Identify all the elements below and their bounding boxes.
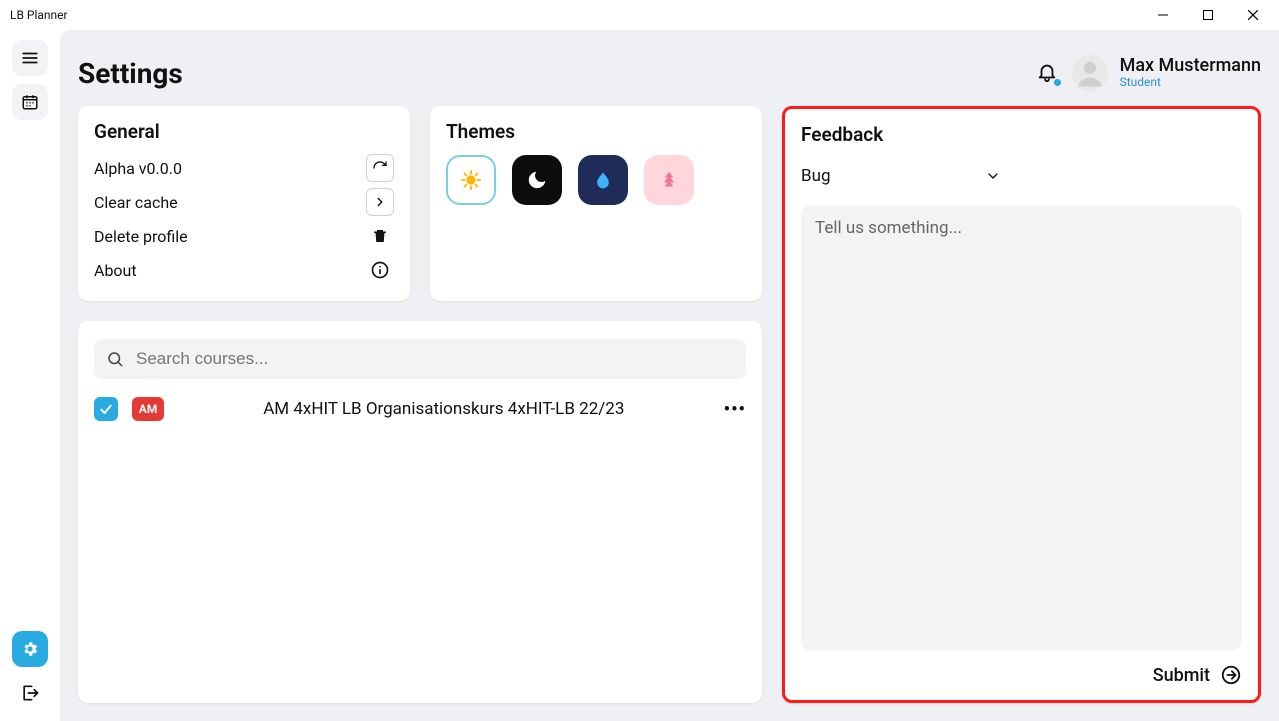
window-maximize-button[interactable] [1185, 0, 1230, 30]
clear-cache-label: Clear cache [94, 193, 178, 212]
nav-menu-button[interactable] [12, 40, 48, 76]
feedback-card: Feedback Bug Tell us something... Submit [782, 106, 1261, 703]
search-icon [106, 350, 124, 368]
droplet-icon [593, 169, 613, 191]
moon-icon [526, 169, 548, 191]
info-icon [370, 260, 390, 280]
page-title: Settings [78, 57, 183, 90]
window-title: LB Planner [10, 8, 68, 22]
delete-profile-row[interactable]: Delete profile [94, 219, 394, 253]
course-name: AM 4xHIT LB Organisationskurs 4xHIT-LB 2… [178, 399, 710, 419]
feedback-type-select[interactable]: Bug [801, 160, 1001, 192]
submit-label: Submit [1153, 665, 1210, 686]
feedback-type-value: Bug [801, 166, 831, 186]
course-row[interactable]: AM AM 4xHIT LB Organisationskurs 4xHIT-L… [94, 389, 746, 429]
clear-cache-action[interactable] [366, 188, 394, 216]
chevron-down-icon [985, 168, 1001, 184]
nav-settings-button[interactable] [12, 631, 48, 667]
tree-icon [659, 169, 679, 191]
general-card: General Alpha v0.0.0 Clear cache [78, 106, 410, 301]
about-action[interactable] [366, 256, 394, 284]
course-search[interactable] [94, 339, 746, 379]
user-name: Max Mustermann [1120, 56, 1261, 77]
theme-dark[interactable] [512, 155, 562, 205]
theme-light[interactable] [446, 155, 496, 205]
course-search-input[interactable] [134, 348, 734, 370]
course-checkbox[interactable] [94, 397, 118, 421]
about-label: About [94, 261, 137, 280]
user-block[interactable]: Max Mustermann Student [1036, 55, 1261, 91]
nav-logout-button[interactable] [12, 675, 48, 711]
theme-ocean[interactable] [578, 155, 628, 205]
theme-sakura[interactable] [644, 155, 694, 205]
course-tag: AM [132, 397, 164, 421]
feedback-submit-button[interactable]: Submit [801, 664, 1242, 686]
window-close-button[interactable] [1230, 0, 1275, 30]
trash-icon [371, 227, 389, 245]
window-minimize-button[interactable] [1140, 0, 1185, 30]
logout-icon [20, 683, 40, 703]
feedback-placeholder: Tell us something... [815, 218, 962, 238]
check-update-button[interactable] [366, 154, 394, 182]
about-row[interactable]: About [94, 253, 394, 287]
delete-profile-action[interactable] [366, 222, 394, 250]
feedback-title: Feedback [801, 123, 1242, 146]
avatar-placeholder-icon [1072, 55, 1108, 91]
user-role: Student [1120, 76, 1261, 90]
arrow-right-circle-icon [1220, 664, 1242, 686]
refresh-icon [372, 160, 388, 176]
gear-icon [21, 640, 39, 658]
feedback-textarea[interactable]: Tell us something... [801, 206, 1242, 650]
notification-indicator [1053, 78, 1062, 87]
general-title: General [94, 120, 394, 143]
nav-calendar-button[interactable] [12, 84, 48, 120]
sidebar [0, 30, 60, 721]
themes-title: Themes [446, 120, 746, 143]
calendar-icon [21, 93, 39, 111]
version-label: Alpha v0.0.0 [94, 159, 182, 178]
themes-card: Themes [430, 106, 762, 301]
course-more-button[interactable]: ••• [724, 399, 746, 420]
clear-cache-row[interactable]: Clear cache [94, 185, 394, 219]
courses-card: AM AM 4xHIT LB Organisationskurs 4xHIT-L… [78, 321, 762, 703]
check-icon [98, 401, 114, 417]
notifications-button[interactable] [1036, 61, 1060, 85]
avatar[interactable] [1072, 55, 1108, 91]
window-titlebar: LB Planner [0, 0, 1279, 30]
sun-icon [460, 169, 482, 191]
delete-profile-label: Delete profile [94, 227, 188, 246]
version-row: Alpha v0.0.0 [94, 151, 394, 185]
chevron-right-icon [373, 195, 387, 209]
menu-icon [21, 49, 39, 67]
